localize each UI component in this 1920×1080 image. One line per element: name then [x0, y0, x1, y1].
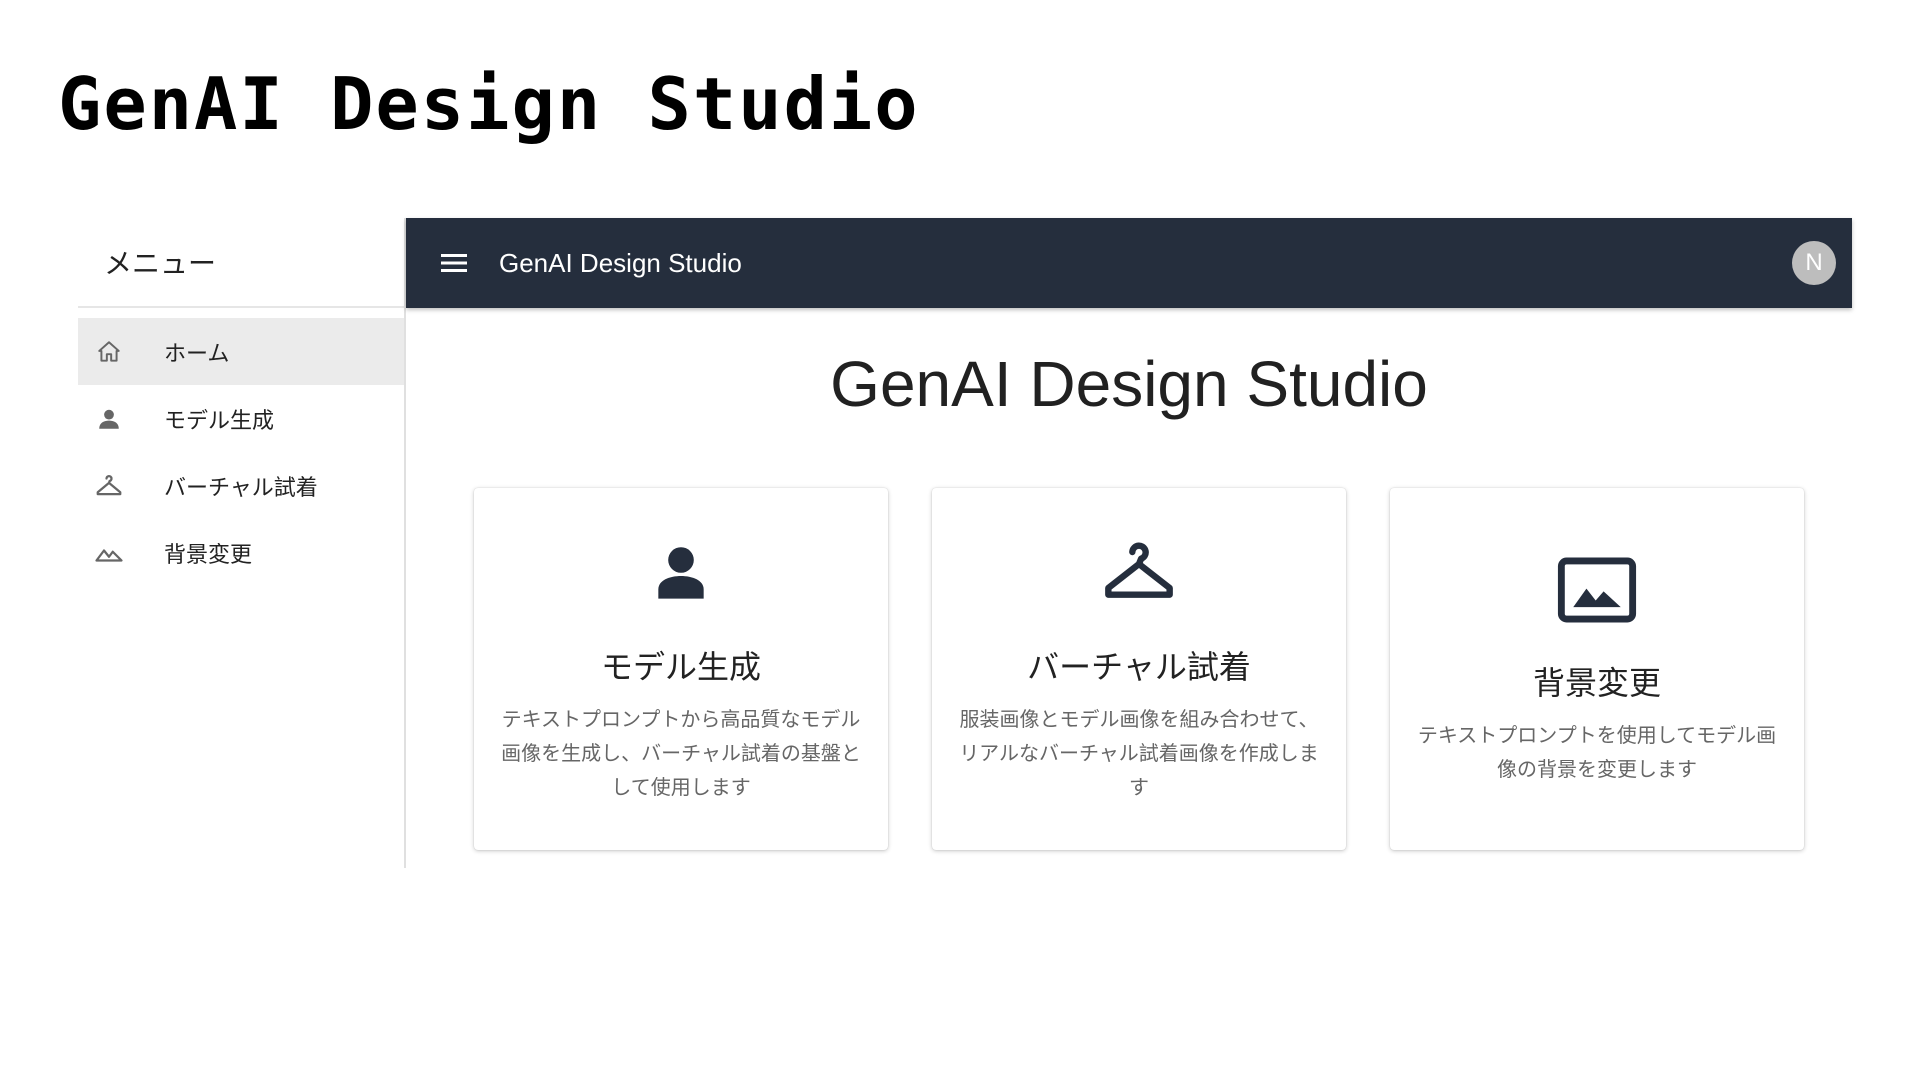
card-title: 背景変更	[1532, 664, 1661, 702]
sidebar-item-home[interactable]: ホーム	[78, 318, 404, 385]
page-title: GenAI Design Studio	[830, 348, 1428, 420]
card-virtual-tryon[interactable]: バーチャル試着 服装画像とモデル画像を組み合わせて、リアルなバーチャル試着画像を…	[932, 488, 1346, 850]
app-bar-title: GenAI Design Studio	[499, 247, 742, 278]
card-description: 服装画像とモデル画像を組み合わせて、リアルなバーチャル試着画像を作成します	[959, 707, 1319, 799]
app-bar: GenAI Design Studio N	[406, 218, 1852, 308]
main-content: GenAI Design Studio N GenAI Design Studi…	[406, 218, 1852, 868]
sidebar-item-label: ホーム	[164, 341, 230, 367]
hanger-icon	[92, 469, 126, 503]
card-title: バーチャル試着	[1027, 648, 1251, 686]
sidebar-item-virtual-tryon[interactable]: バーチャル試着	[78, 452, 404, 519]
sidebar-item-label: 背景変更	[164, 542, 253, 568]
slide: GenAI Design Studio メニュー ホーム モデル生成 バーチャル…	[0, 0, 1920, 1080]
person-icon	[649, 540, 713, 604]
avatar[interactable]: N	[1792, 241, 1836, 285]
sidebar-header: メニュー	[78, 218, 404, 308]
app-window: メニュー ホーム モデル生成 バーチャル試着 背景変更 GenAI Design…	[78, 218, 1852, 868]
menu-icon[interactable]	[434, 243, 474, 283]
slide-title: GenAI Design Studio	[58, 62, 920, 146]
hanger-icon	[1101, 540, 1177, 604]
nav-list: ホーム モデル生成 バーチャル試着 背景変更	[78, 318, 404, 586]
card-description: テキストプロンプトから高品質なモデル画像を生成し、バーチャル試着の基盤として使用…	[501, 707, 861, 799]
image-icon	[1557, 557, 1637, 623]
sidebar: メニュー ホーム モデル生成 バーチャル試着 背景変更	[78, 218, 406, 868]
sidebar-item-label: バーチャル試着	[164, 475, 318, 501]
home-icon	[92, 335, 126, 369]
sidebar-item-label: モデル生成	[164, 408, 275, 434]
card-description: テキストプロンプトを使用してモデル画像の背景を変更します	[1417, 723, 1777, 781]
sidebar-item-model-generation[interactable]: モデル生成	[78, 385, 404, 452]
card-model-generation[interactable]: モデル生成 テキストプロンプトから高品質なモデル画像を生成し、バーチャル試着の基…	[474, 488, 888, 850]
sidebar-item-background-change[interactable]: 背景変更	[78, 519, 404, 586]
card-title: モデル生成	[600, 648, 761, 686]
feature-cards: モデル生成 テキストプロンプトから高品質なモデル画像を生成し、バーチャル試着の基…	[474, 488, 1804, 850]
card-background-change[interactable]: 背景変更 テキストプロンプトを使用してモデル画像の背景を変更します	[1390, 488, 1804, 850]
landscape-icon	[92, 536, 126, 570]
person-icon	[92, 402, 126, 436]
